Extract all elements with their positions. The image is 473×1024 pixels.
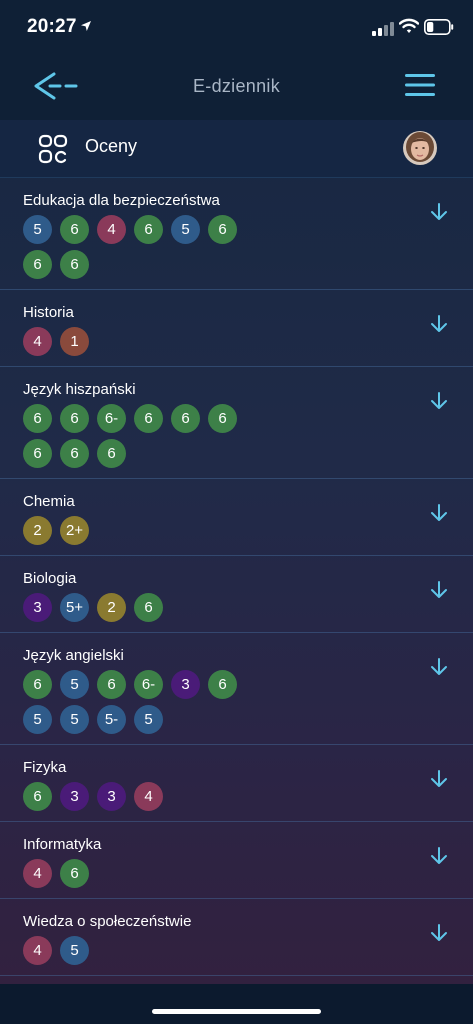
- grade-badge[interactable]: 2: [23, 516, 52, 545]
- section-title: Oceny: [85, 136, 138, 156]
- cellular-signal-icon: [372, 22, 394, 36]
- grade-badge[interactable]: 6: [23, 404, 52, 433]
- grades-list: 6334: [23, 782, 263, 817]
- subject-name: Historia: [23, 304, 74, 321]
- subject-name: Wiedza o społeczeństwie: [23, 913, 192, 930]
- grade-badge[interactable]: 5: [60, 670, 89, 699]
- grade-badge[interactable]: 2: [97, 593, 126, 622]
- grade-badge[interactable]: 5: [60, 705, 89, 734]
- status-bar: 20:27: [0, 0, 473, 56]
- grade-badge[interactable]: 4: [23, 936, 52, 965]
- grade-badge[interactable]: 6: [60, 404, 89, 433]
- subject-name: Informatyka: [23, 836, 102, 853]
- hamburger-menu-button[interactable]: [402, 70, 438, 100]
- home-indicator[interactable]: [152, 1009, 321, 1014]
- grades-list: 45: [23, 936, 263, 971]
- subject-row[interactable]: Informatyka 4 6: [0, 822, 473, 899]
- expand-arrow-icon[interactable]: [429, 391, 449, 411]
- grade-badge[interactable]: 6: [134, 593, 163, 622]
- subject-row[interactable]: Język hiszpański 6 6 6- 6 6 6 6 6 6: [0, 367, 473, 479]
- grades-list: 3 5+ 2 6: [23, 593, 263, 628]
- section-header: Oceny: [0, 120, 473, 178]
- grade-badge[interactable]: 6: [23, 439, 52, 468]
- grade-badge[interactable]: 4: [23, 327, 52, 356]
- subject-row[interactable]: Biologia 3 5+ 2 6: [0, 556, 473, 633]
- grade-badge[interactable]: 6: [97, 670, 126, 699]
- grade-badge[interactable]: 6: [23, 250, 52, 279]
- subjects-list: Edukacja dla bezpieczeństwa 5 6 4 6 5 6 6 6 Histo…: [0, 178, 473, 976]
- expand-arrow-icon[interactable]: [429, 580, 449, 600]
- grade-badge[interactable]: 6: [208, 670, 237, 699]
- bottom-bar: [0, 984, 473, 1024]
- subject-name: Chemia: [23, 493, 75, 510]
- grade-badge[interactable]: 6: [97, 439, 126, 468]
- grade-badge[interactable]: 6: [60, 439, 89, 468]
- grades-list: 41: [23, 327, 263, 362]
- grade-badge[interactable]: 3: [23, 593, 52, 622]
- expand-arrow-icon[interactable]: [429, 314, 449, 334]
- grade-badge[interactable]: 5+: [60, 593, 89, 622]
- grade-badge[interactable]: 6: [23, 670, 52, 699]
- grade-badge[interactable]: 5: [134, 705, 163, 734]
- grade-badge[interactable]: 6-: [97, 404, 126, 433]
- grades-list: 6 6 6- 6 6 6 6 6 6: [23, 404, 263, 474]
- subject-row[interactable]: Edukacja dla bezpieczeństwa 5 6 4 6 5 6 6 6: [0, 178, 473, 290]
- grade-badge[interactable]: 6: [134, 404, 163, 433]
- status-time: 20:27: [27, 16, 77, 37]
- grade-badge[interactable]: 4: [97, 215, 126, 244]
- expand-arrow-icon[interactable]: [429, 503, 449, 523]
- subject-row[interactable]: Chemia 2 2+: [0, 479, 473, 556]
- grades-list: 46: [23, 859, 263, 894]
- subject-name: Fizyka: [23, 759, 67, 776]
- grade-badge[interactable]: 5: [171, 215, 200, 244]
- grade-badge[interactable]: 3: [171, 670, 200, 699]
- grade-badge[interactable]: 1: [60, 327, 89, 356]
- grades-content[interactable]: Oceny Edukacja dla bezpieczeństwa 5 6 4 6 5 6 6…: [0, 120, 473, 984]
- top-bar: 20:27 E-dziennik: [0, 0, 473, 120]
- expand-arrow-icon[interactable]: [429, 769, 449, 789]
- navigation-bar: E-dziennik: [0, 56, 473, 120]
- expand-arrow-icon[interactable]: [429, 657, 449, 677]
- grade-badge[interactable]: 6: [23, 782, 52, 811]
- expand-arrow-icon[interactable]: [429, 846, 449, 866]
- expand-arrow-icon[interactable]: [429, 202, 449, 222]
- grade-badge[interactable]: 6: [208, 215, 237, 244]
- grade-badge[interactable]: 4: [23, 859, 52, 888]
- subject-name: Edukacja dla bezpieczeństwa: [23, 192, 220, 209]
- grade-badge[interactable]: 6: [134, 215, 163, 244]
- grade-badge[interactable]: 5: [23, 705, 52, 734]
- subject-name: Język angielski: [23, 647, 124, 664]
- grades-list: 56465666: [23, 215, 263, 285]
- grade-badge[interactable]: 3: [60, 782, 89, 811]
- subject-row[interactable]: Wiedza o społeczeństwie 4 5: [0, 899, 473, 976]
- grades-list: 6 5 6 6- 3 6 5 5 5- 5: [23, 670, 263, 740]
- expand-arrow-icon[interactable]: [429, 923, 449, 943]
- grade-badge[interactable]: 6: [60, 859, 89, 888]
- wifi-icon: [399, 18, 419, 33]
- grade-badge[interactable]: 4: [134, 782, 163, 811]
- grade-badge[interactable]: 6: [60, 250, 89, 279]
- location-arrow-icon: [81, 21, 91, 31]
- grades-grid-icon: [38, 134, 68, 164]
- subject-name: Biologia: [23, 570, 77, 587]
- battery-icon: [424, 19, 454, 35]
- subject-row[interactable]: Język angielski 6 5 6 6- 3 6 5 5 5- 5: [0, 633, 473, 745]
- grade-badge[interactable]: 6-: [134, 670, 163, 699]
- grade-badge[interactable]: 3: [97, 782, 126, 811]
- grade-badge[interactable]: 2+: [60, 516, 89, 545]
- grade-badge[interactable]: 6: [208, 404, 237, 433]
- grade-badge[interactable]: 6: [60, 215, 89, 244]
- grade-badge[interactable]: 5-: [97, 705, 126, 734]
- avatar[interactable]: [403, 131, 437, 165]
- grade-badge[interactable]: 5: [23, 215, 52, 244]
- subject-row[interactable]: Fizyka 6 3 3 4: [0, 745, 473, 822]
- subject-row[interactable]: Historia 4 1: [0, 290, 473, 367]
- grade-badge[interactable]: 5: [60, 936, 89, 965]
- grade-badge[interactable]: 6: [171, 404, 200, 433]
- grades-list: 2 2+: [23, 516, 263, 551]
- subject-name: Język hiszpański: [23, 381, 136, 398]
